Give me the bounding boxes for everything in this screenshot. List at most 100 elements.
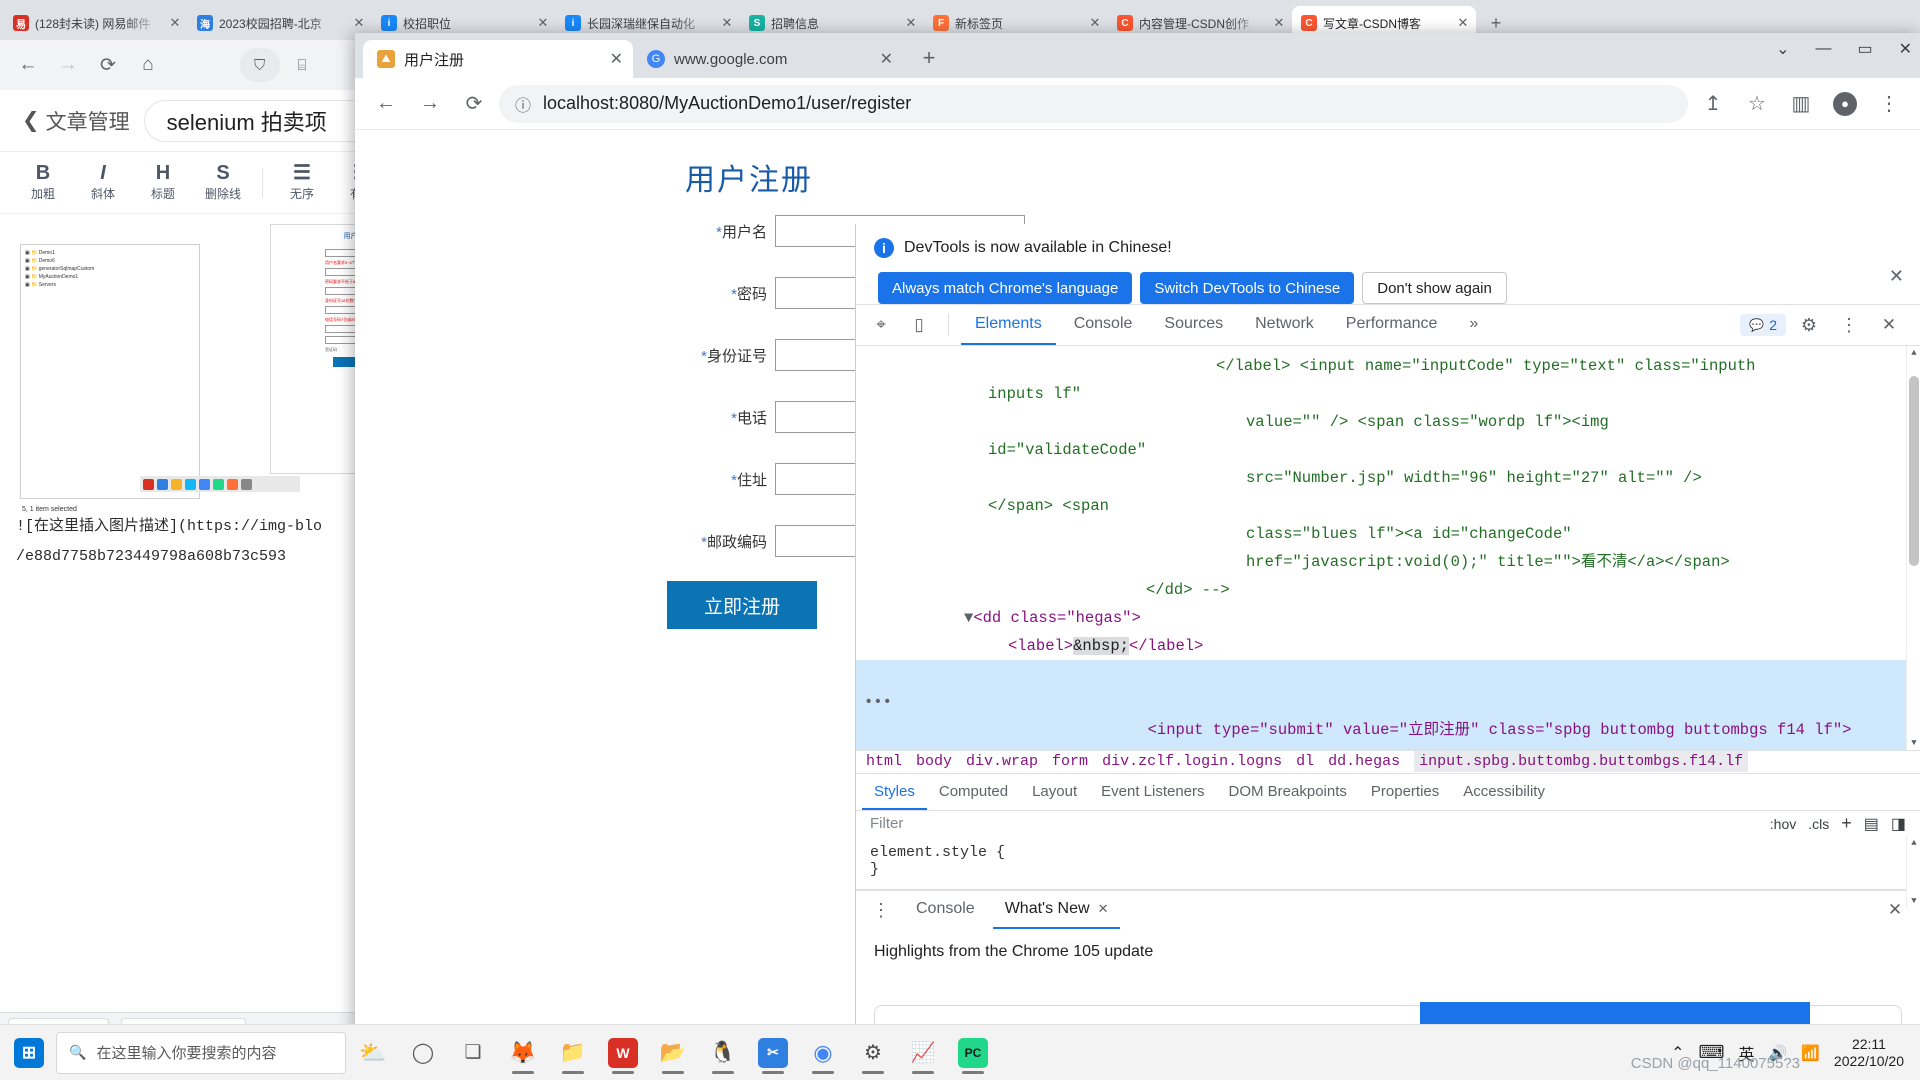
taskbar-file-explorer-icon[interactable]: 📁 [550,1031,596,1075]
device-toolbar-icon[interactable]: ▯ [902,310,936,340]
close-icon[interactable]: ✕ [1098,901,1109,917]
background-address-bar[interactable]: ⛉ [240,48,280,82]
front-tab[interactable]: G www.google.com ✕ [633,40,903,78]
tab-console[interactable]: Console [1060,305,1147,345]
drawer-kebab-icon[interactable]: ⋮ [864,895,898,925]
new-tab-button[interactable]: + [913,42,945,74]
chrome-menu-icon[interactable]: ⋮ [1870,85,1908,123]
dom-line[interactable]: inputs lf" [856,380,1920,408]
taskbar-task-view-icon[interactable]: ❏ [450,1031,496,1075]
dom-line[interactable]: value="" /> <span class="wordp lf"><img [856,408,1920,436]
chevron-down-icon[interactable]: ⌄ [1776,39,1789,59]
close-icon[interactable]: ✕ [610,49,623,69]
new-style-rule-icon[interactable]: + [1841,813,1852,834]
dom-line[interactable]: href="javascript:void(0);" title="">看不清<… [856,548,1920,576]
scroll-down-icon[interactable]: ▼ [1907,736,1920,750]
taskbar-chart-app-icon[interactable]: 📈 [900,1031,946,1075]
close-icon[interactable]: ✕ [1889,266,1904,287]
background-tab[interactable]: 海 2023校园招聘-北京 ✕ [188,6,372,40]
back-arrow-icon[interactable]: ← [10,47,46,83]
side-panel-icon[interactable]: ▥ [1782,85,1820,123]
close-icon[interactable]: ✕ [720,15,734,31]
taskbar-firefox-icon[interactable]: 🦊 [500,1031,546,1075]
dom-line[interactable]: id="validateCode" [856,436,1920,464]
site-info-icon[interactable]: ⓘ [515,92,531,116]
register-submit-button[interactable]: 立即注册 [667,581,817,629]
dom-line[interactable]: </label> <input name="inputCode" type="t… [856,352,1920,380]
drawer-tab-console[interactable]: Console [904,891,987,929]
taskbar-settings-icon[interactable]: ⚙ [850,1031,896,1075]
toolbar-heading-button[interactable]: H 标题 [134,163,192,202]
gear-icon[interactable]: ⚙ [1792,310,1826,340]
profile-avatar-icon[interactable]: ● [1826,85,1864,123]
bookmark-star-icon[interactable]: ☆ [1738,85,1776,123]
scroll-up-icon[interactable]: ▲ [1907,346,1920,360]
kebab-menu-icon[interactable]: ⋮ [1832,310,1866,340]
taskbar-wps-icon[interactable]: W [600,1031,646,1075]
home-icon[interactable]: ⌂ [130,47,166,83]
taskbar-chrome-icon[interactable]: ◉ [800,1031,846,1075]
maximize-button[interactable]: ▭ [1857,39,1872,59]
forward-arrow-icon[interactable]: → [50,47,86,83]
inspect-element-icon[interactable]: ⌖ [864,310,898,340]
dom-line[interactable]: src="Number.jsp" width="96" height="27" … [856,464,1920,492]
styles-filter-input[interactable]: Filter [870,815,903,832]
tab-dom-breakpoints[interactable]: DOM Breakpoints [1217,774,1359,810]
tab-properties[interactable]: Properties [1359,774,1451,810]
tab-computed[interactable]: Computed [927,774,1020,810]
taskbar-cortana-icon[interactable]: ◯ [400,1031,446,1075]
close-icon[interactable]: ✕ [352,15,366,31]
reload-icon[interactable]: ⟳ [90,47,126,83]
toolbar-italic-button[interactable]: I 斜体 [74,163,132,202]
front-tab-active[interactable]: ⛰ 用户注册 ✕ [363,40,633,78]
network-icon[interactable]: 📶 [1801,1044,1820,1062]
scrollbar-thumb[interactable] [1909,376,1919,566]
close-window-button[interactable]: ✕ [1899,39,1912,59]
issues-badge[interactable]: 💬 2 [1740,314,1786,336]
toggle-sidebar-icon[interactable]: ◨ [1891,814,1906,834]
address-bar[interactable]: ⓘ localhost:8080/MyAuctionDemo1/user/reg… [499,84,1688,123]
minimize-button[interactable]: — [1815,40,1831,58]
reload-icon[interactable]: ⟳ [455,85,493,123]
tab-performance[interactable]: Performance [1332,305,1452,345]
close-icon[interactable]: ✕ [1272,15,1286,31]
breadcrumb-input-selected[interactable]: input.spbg.buttombg.buttombgs.f14.lf [1414,751,1749,773]
forward-arrow-icon[interactable]: → [411,85,449,123]
toolbar-strikethrough-button[interactable]: S 删除线 [194,163,252,202]
element-style-rule[interactable]: element.style { } ▲ ▼ [856,836,1920,909]
switch-devtools-chinese-button[interactable]: Switch DevTools to Chinese [1140,272,1355,304]
styles-scrollbar[interactable]: ▲ ▼ [1906,836,1920,909]
more-options-icon[interactable]: ••• [864,688,892,716]
more-tabs-icon[interactable]: » [1455,305,1492,345]
dom-line-label[interactable]: <label>&nbsp;</label> [856,632,1920,660]
breadcrumb-div-zclf[interactable]: div.zclf.login.logns [1102,753,1282,770]
breadcrumb-body[interactable]: body [916,753,952,770]
tab-styles[interactable]: Styles [862,774,927,811]
toolbar-unordered-list-button[interactable]: ☰ 无序 [273,163,331,202]
dom-tree-scrollbar[interactable]: ▲ ▼ [1906,346,1920,750]
close-icon[interactable]: ✕ [880,49,893,69]
breadcrumb-div-wrap[interactable]: div.wrap [966,753,1038,770]
breadcrumb-dl[interactable]: dl [1296,753,1314,770]
tab-network[interactable]: Network [1241,305,1328,345]
back-arrow-icon[interactable]: ← [367,85,405,123]
taskbar-search-box[interactable]: 🔍 在这里输入你要搜索的内容 [56,1031,346,1074]
dom-line[interactable]: </dd> --> [856,576,1920,604]
dom-line[interactable]: class="blues lf"><a id="changeCode" [856,520,1920,548]
start-button[interactable]: ⊞ [6,1032,52,1074]
close-devtools-icon[interactable]: ✕ [1872,310,1906,340]
taskbar-qq-icon[interactable]: 🐧 [700,1031,746,1075]
close-icon[interactable]: ✕ [1088,15,1102,31]
tab-elements[interactable]: Elements [961,305,1056,345]
taskbar-weather-icon[interactable]: ⛅ [350,1031,396,1075]
tab-accessibility[interactable]: Accessibility [1451,774,1557,810]
close-icon[interactable]: ✕ [904,15,918,31]
close-icon[interactable]: ✕ [168,15,182,31]
toolbar-bold-button[interactable]: B 加粗 [14,163,72,202]
scroll-down-icon[interactable]: ▼ [1907,894,1920,908]
share-icon[interactable]: ↥ [1694,85,1732,123]
breadcrumb-form[interactable]: form [1052,753,1088,770]
new-stylesheet-icon[interactable]: ▤ [1864,814,1879,834]
dom-line-dd-hegas[interactable]: ▼<dd class="hegas"> [856,604,1920,632]
dont-show-again-button[interactable]: Don't show again [1362,272,1507,304]
